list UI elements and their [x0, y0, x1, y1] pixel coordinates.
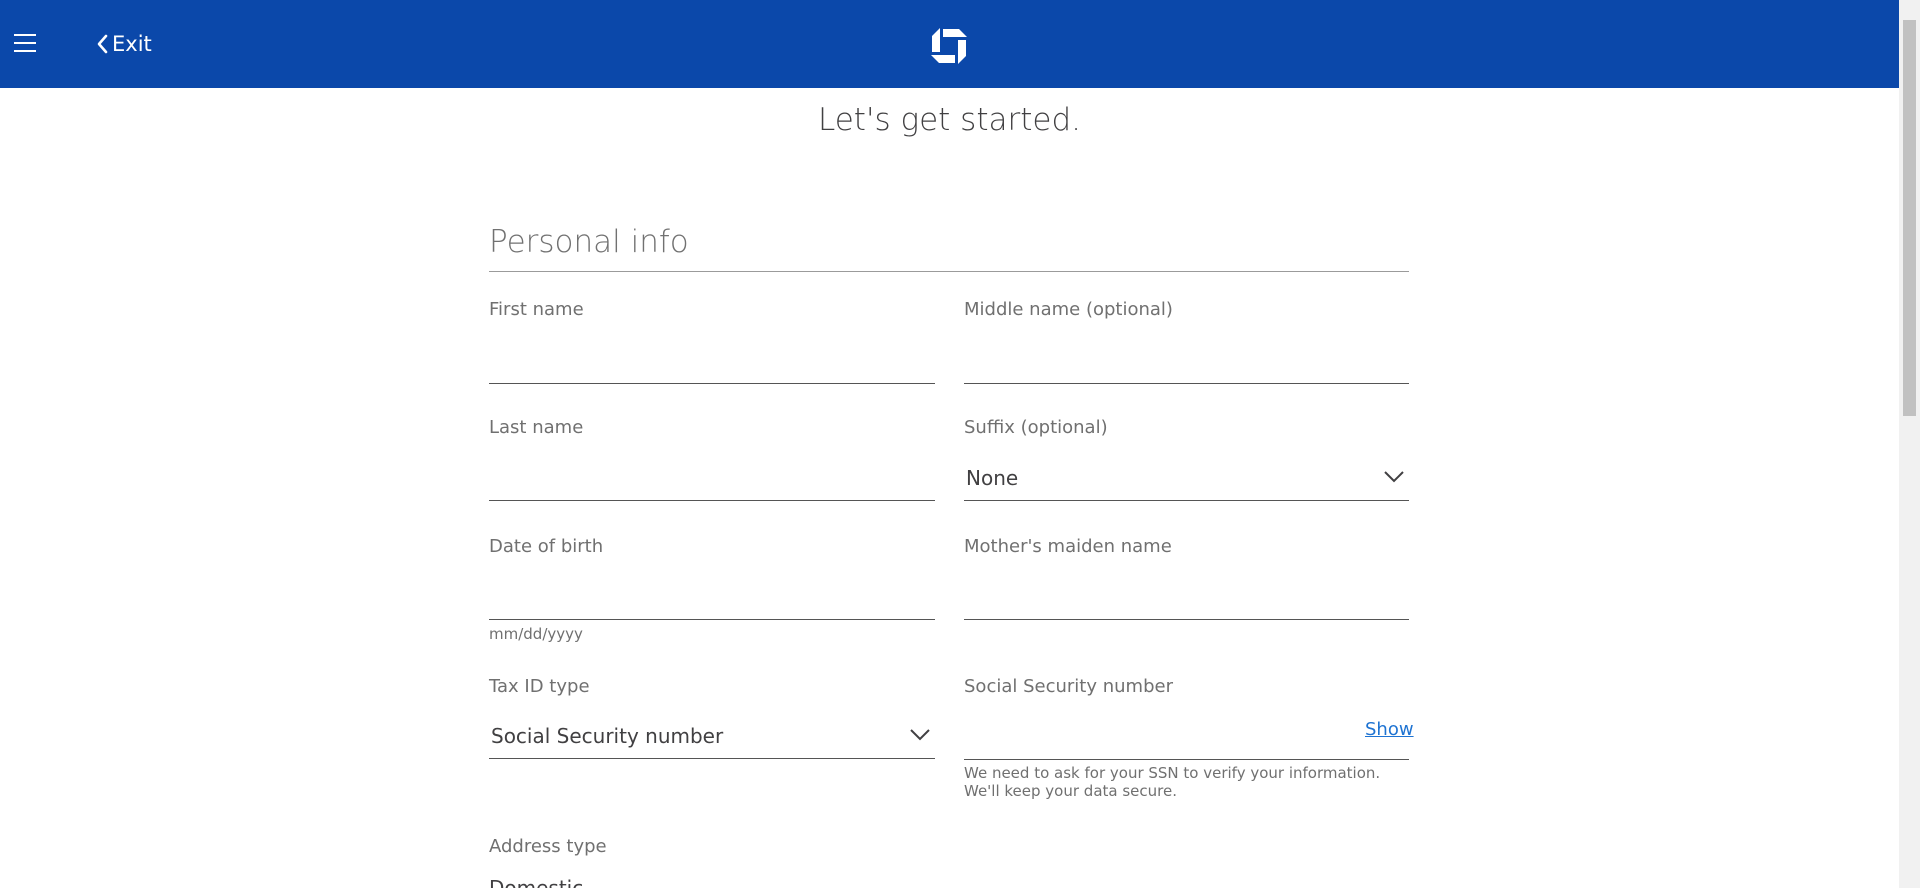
chevron-down-icon [910, 729, 930, 741]
tax-id-type-label: Tax ID type [489, 676, 590, 697]
tax-id-type-select[interactable]: Social Security number [489, 709, 935, 759]
ssn-label: Social Security number [964, 676, 1173, 697]
date-of-birth-field[interactable] [489, 570, 935, 620]
tax-id-type-selected-value: Social Security number [491, 724, 724, 748]
date-of-birth-hint: mm/dd/yyyy [489, 625, 583, 643]
last-name-input[interactable] [489, 451, 935, 500]
first-name-field[interactable] [489, 334, 935, 384]
last-name-label: Last name [489, 417, 584, 438]
maiden-name-input[interactable] [964, 570, 1409, 619]
middle-name-input[interactable] [964, 334, 1409, 383]
suffix-select[interactable]: None [964, 451, 1409, 501]
chevron-down-icon [1384, 471, 1404, 483]
hamburger-menu-icon[interactable] [14, 34, 36, 52]
middle-name-label: Middle name (optional) [964, 299, 1173, 320]
date-of-birth-input[interactable] [489, 570, 935, 619]
exit-button[interactable]: Exit [95, 30, 152, 58]
top-navigation-bar: Exit [0, 0, 1899, 88]
ssn-input[interactable] [964, 710, 1344, 759]
section-title-personal-info: Personal info [489, 224, 689, 260]
maiden-name-label: Mother's maiden name [964, 536, 1172, 557]
chase-logo-icon[interactable] [931, 28, 967, 64]
page-scrollbar[interactable] [1899, 0, 1920, 888]
suffix-label: Suffix (optional) [964, 417, 1108, 438]
page-heading: Let's get started. [818, 102, 1081, 138]
date-of-birth-label: Date of birth [489, 536, 604, 557]
chevron-left-icon [97, 34, 108, 54]
address-type-selected-value[interactable]: Domestic [489, 876, 583, 888]
middle-name-field[interactable] [964, 334, 1409, 384]
last-name-field[interactable] [489, 451, 935, 501]
exit-label: Exit [112, 32, 152, 56]
first-name-label: First name [489, 299, 584, 320]
section-divider [489, 271, 1409, 272]
maiden-name-field[interactable] [964, 570, 1409, 620]
ssn-show-link[interactable]: Show [1365, 719, 1414, 740]
address-type-label: Address type [489, 836, 607, 857]
first-name-input[interactable] [489, 334, 935, 383]
ssn-field[interactable] [964, 710, 1409, 760]
scrollbar-thumb[interactable] [1903, 20, 1916, 416]
suffix-selected-value: None [966, 466, 1019, 490]
ssn-hint: We need to ask for your SSN to verify yo… [964, 764, 1381, 800]
